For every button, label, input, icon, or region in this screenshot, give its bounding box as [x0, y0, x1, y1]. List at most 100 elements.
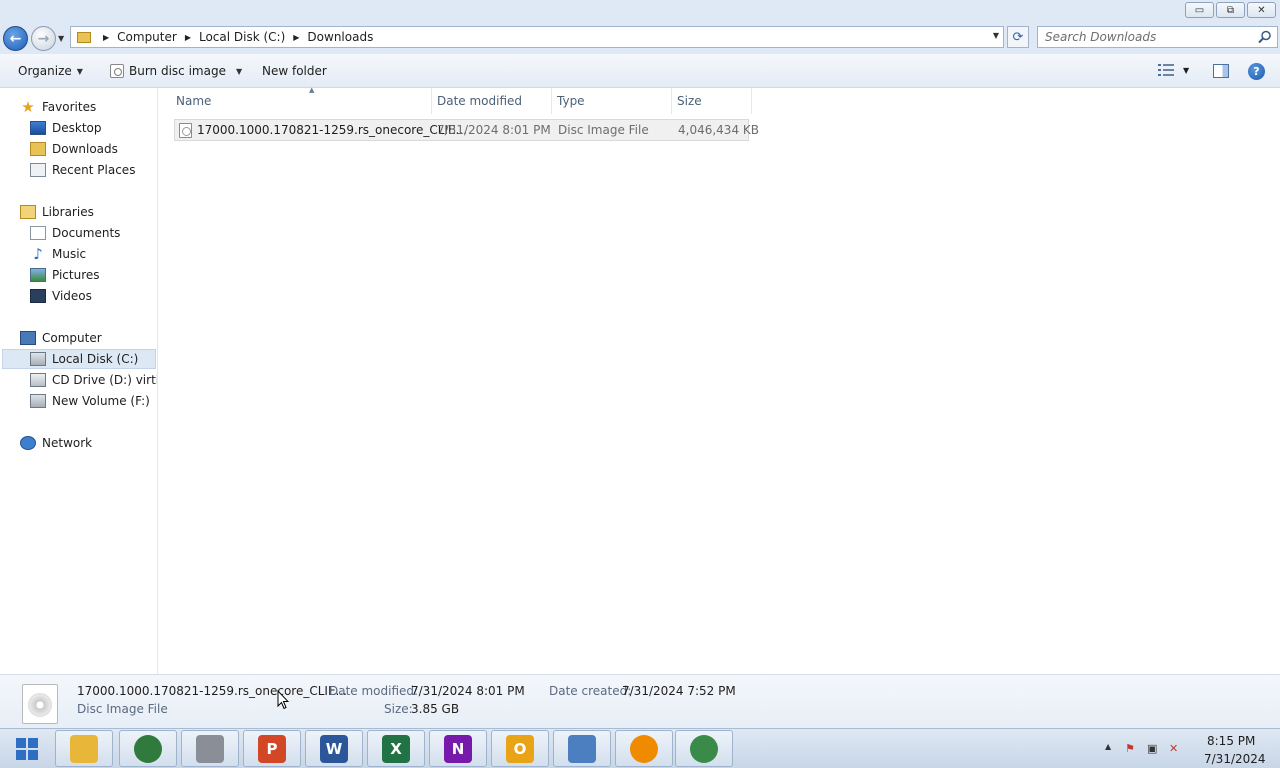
taskbar-app-button[interactable]: W	[305, 730, 363, 767]
refresh-icon: ⟳	[1012, 29, 1024, 45]
excel-icon: X	[382, 734, 410, 763]
change-view-icon[interactable]	[1158, 63, 1174, 77]
details-date-created-label: Date created:	[549, 684, 632, 698]
preview-pane-icon[interactable]	[1213, 64, 1229, 78]
file-list: Name ▲ Date modified Type Size 17000.100…	[159, 86, 1280, 674]
nav-item-label: Local Disk (C:)	[52, 352, 139, 366]
file-row[interactable]: 17000.1000.170821-1259.rs_onecore_CLIE..…	[174, 119, 759, 141]
volume-muted-icon[interactable]: ✕	[1169, 742, 1183, 756]
nav-computer[interactable]: Computer	[20, 328, 102, 348]
column-header-size[interactable]: Size	[672, 88, 752, 114]
folder-icon	[77, 31, 91, 43]
nav-item-label: Videos	[52, 289, 92, 303]
taskbar-app-button[interactable]: P	[243, 730, 301, 767]
sort-ascending-icon: ▲	[309, 86, 315, 94]
control-panel-icon	[568, 734, 596, 763]
column-type-label: Type	[557, 94, 585, 108]
nav-item-cd-drive[interactable]: CD Drive (D:) virtio-win	[30, 370, 158, 390]
package-icon	[196, 734, 224, 763]
nav-item-desktop[interactable]: Desktop	[30, 118, 102, 138]
forward-button[interactable]: →	[31, 26, 56, 51]
refresh-button[interactable]: ⟳	[1007, 26, 1029, 48]
details-date-modified-label: Date modified:	[329, 684, 419, 698]
taskbar-app-button[interactable]	[615, 730, 673, 767]
nav-item-documents[interactable]: Documents	[30, 223, 120, 243]
clock-time[interactable]: 8:15 PM	[1207, 734, 1255, 748]
network-status-icon[interactable]: ▣	[1147, 742, 1161, 756]
burn-disc-image-button[interactable]: Burn disc image ▼	[110, 64, 242, 78]
new-folder-label: New folder	[262, 64, 327, 78]
taskbar-app-button[interactable]: O	[491, 730, 549, 767]
vlc-icon	[630, 734, 658, 763]
computer-icon	[20, 331, 36, 345]
disc-image-file-icon	[179, 123, 192, 138]
onenote-icon: N	[444, 734, 472, 763]
taskbar-app-button[interactable]	[553, 730, 611, 767]
forward-arrow-icon: →	[37, 30, 50, 47]
taskbar-app-button[interactable]: N	[429, 730, 487, 767]
breadcrumb-arrow-icon[interactable]: ▶	[103, 33, 109, 42]
view-options-chevron-icon[interactable]: ▼	[1183, 66, 1189, 75]
action-center-icon[interactable]: ⚑	[1125, 742, 1139, 756]
local-disk-icon	[30, 352, 46, 366]
recent-pages-dropdown[interactable]: ▼	[58, 34, 64, 43]
file-explorer-icon	[70, 734, 98, 763]
nav-item-label: Music	[52, 247, 87, 261]
address-row: ← → ▼ ▶ Computer ▶ Local Disk (C:) ▶ Dow…	[0, 22, 1280, 54]
music-icon: ♪	[33, 245, 43, 263]
taskbar-app-button[interactable]: X	[367, 730, 425, 767]
powerpoint-icon: P	[258, 734, 286, 763]
nav-item-pictures[interactable]: Pictures	[30, 265, 100, 285]
column-name-label: Name	[176, 94, 212, 108]
minimize-button[interactable]: ▭	[1185, 2, 1214, 18]
breadcrumb-computer[interactable]: Computer	[117, 30, 177, 44]
nav-item-label: Desktop	[52, 121, 102, 135]
nav-libraries[interactable]: Libraries	[20, 202, 94, 222]
nav-libraries-label: Libraries	[42, 205, 94, 219]
taskbar-app-button[interactable]	[119, 730, 177, 767]
taskbar-app-button[interactable]	[675, 730, 733, 767]
outlook-icon: O	[506, 734, 534, 763]
file-name: 17000.1000.170821-1259.rs_onecore_CLIE..…	[197, 123, 467, 137]
help-icon[interactable]: ?	[1248, 63, 1265, 80]
nav-item-new-volume[interactable]: New Volume (F:)	[30, 391, 150, 411]
show-hidden-icons-icon[interactable]: ▲	[1105, 742, 1119, 756]
nav-item-videos[interactable]: Videos	[30, 286, 92, 306]
nav-item-local-disk[interactable]: Local Disk (C:)	[2, 349, 156, 369]
details-size: 3.85 GB	[411, 702, 460, 716]
search-box[interactable]	[1037, 26, 1278, 48]
column-header-type[interactable]: Type	[552, 88, 672, 114]
back-button[interactable]: ←	[3, 26, 28, 51]
breadcrumb-local-disk[interactable]: Local Disk (C:)	[199, 30, 285, 44]
nav-item-label: CD Drive (D:) virtio-win	[52, 373, 158, 387]
start-button[interactable]	[8, 735, 46, 763]
nav-network[interactable]: Network	[20, 433, 92, 453]
nav-item-label: Documents	[52, 226, 121, 240]
search-input[interactable]	[1038, 27, 1248, 47]
address-bar[interactable]: ▶ Computer ▶ Local Disk (C:) ▶ Downloads…	[70, 26, 1004, 48]
breadcrumb-arrow-icon[interactable]: ▶	[185, 33, 191, 42]
search-icon[interactable]	[1258, 30, 1272, 44]
column-header-date-modified[interactable]: Date modified	[432, 88, 552, 114]
organize-button[interactable]: Organize ▼	[18, 64, 83, 78]
chrome-icon	[690, 734, 718, 763]
star-icon: ★	[21, 98, 35, 116]
file-date-modified: 7/31/2024 8:01 PM	[437, 123, 551, 137]
address-history-dropdown[interactable]: ▼	[993, 31, 999, 40]
taskbar-app-button[interactable]	[181, 730, 239, 767]
nav-item-downloads[interactable]: Downloads	[30, 139, 118, 159]
word-icon: W	[320, 734, 348, 763]
taskbar-app-button[interactable]	[55, 730, 113, 767]
burn-label: Burn disc image	[129, 64, 226, 78]
column-header-name[interactable]: Name ▲	[171, 86, 432, 114]
new-folder-button[interactable]: New folder	[262, 64, 327, 78]
nav-favorites[interactable]: ★ Favorites	[20, 97, 96, 117]
maximize-button[interactable]: ⧉	[1216, 2, 1245, 18]
network-icon	[20, 436, 36, 450]
close-button[interactable]: ✕	[1247, 2, 1276, 18]
breadcrumb-downloads[interactable]: Downloads	[307, 30, 373, 44]
nav-item-recent-places[interactable]: Recent Places	[30, 160, 135, 180]
breadcrumb-arrow-icon[interactable]: ▶	[293, 33, 299, 42]
clock-date[interactable]: 7/31/2024	[1204, 752, 1266, 766]
nav-item-music[interactable]: ♪ Music	[30, 244, 86, 264]
